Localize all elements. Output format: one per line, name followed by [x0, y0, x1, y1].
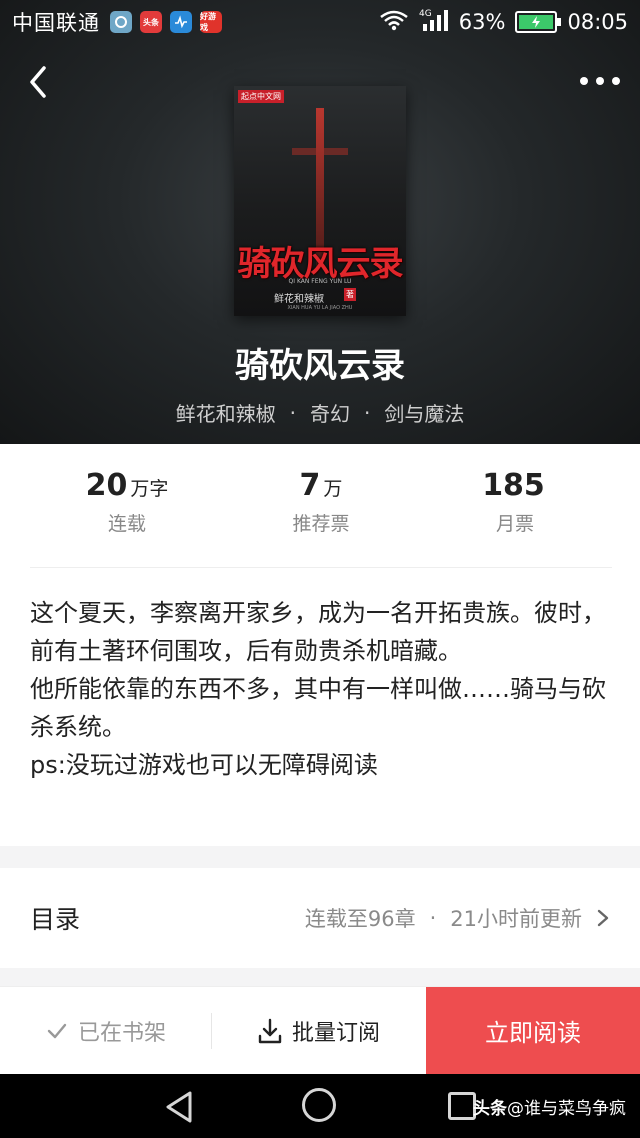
on-shelf-label: 已在书架	[77, 1020, 166, 1046]
book-stats: 20 万字 连载 7万 推荐票 185 月票	[30, 468, 612, 568]
stat-label: 推荐票	[292, 513, 350, 535]
book-title: 骑砍风云录	[235, 346, 405, 386]
wifi-icon	[379, 9, 409, 36]
cellular-signal-icon: 4G	[419, 8, 449, 37]
toc-updated: 21小时前更新	[450, 907, 582, 931]
carrier-label: 中国联通	[12, 11, 100, 35]
book-hero-header: 中国联通 头条 好游戏 4G 63% 08:05 起点中文网 骑砍风云录 QI …	[0, 0, 640, 444]
toc-separator: ·	[429, 906, 437, 930]
stat-value: 185	[482, 468, 545, 503]
book-cover[interactable]: 起点中文网 骑砍风云录 QI KAN FENG YUN LU 鲜花和辣椒 著 X…	[234, 86, 406, 316]
status-indicators: 4G 63% 08:05	[379, 8, 628, 37]
more-dot-icon	[596, 77, 604, 85]
stat-word-count: 20 万字 连载	[30, 468, 224, 567]
cover-author-pinyin: XIAN HUA YU LA JIAO ZHU	[287, 305, 353, 311]
book-category[interactable]: 奇幻	[310, 398, 350, 427]
stat-label: 连载	[107, 513, 146, 535]
toc-title: 目录	[30, 905, 81, 934]
check-icon	[47, 1023, 67, 1038]
stat-monthly-votes: 185 月票	[418, 468, 612, 567]
watermark: 头条@谁与菜鸟争疯	[473, 1094, 626, 1119]
download-icon	[258, 1018, 282, 1043]
cover-publisher-badge: 起点中文网	[238, 90, 284, 103]
nav-back-icon[interactable]	[162, 1090, 196, 1124]
more-dot-icon	[612, 77, 620, 85]
nav-recent-apps-icon[interactable]	[448, 1092, 476, 1120]
watermark-handle: @谁与菜鸟争疯	[507, 1099, 626, 1119]
svg-text:4G: 4G	[419, 9, 432, 19]
stat-label: 月票	[495, 513, 534, 535]
book-author[interactable]: 鲜花和辣椒	[176, 398, 276, 427]
watermark-brand: 头条	[473, 1099, 507, 1119]
stat-recommend-votes: 7万 推荐票	[224, 468, 418, 567]
back-button[interactable]	[22, 62, 58, 102]
section-divider	[0, 846, 640, 868]
health-notification-icon	[170, 11, 192, 33]
browser-notification-icon	[110, 11, 132, 33]
toc-info: 连载至96章 · 21小时前更新	[305, 903, 610, 933]
section-divider	[0, 968, 640, 986]
description-paragraph: 他所能依靠的东西不多，其中有一样叫做……骑马与砍杀系统。	[30, 675, 606, 741]
bottom-action-bar: 已在书架 批量订阅 立即阅读	[0, 986, 640, 1074]
notification-icons: 头条 好游戏	[110, 11, 222, 33]
batch-subscribe-button[interactable]: 批量订阅	[212, 987, 426, 1074]
toutiao-notification-icon: 头条	[140, 11, 162, 33]
description-paragraph: ps:没玩过游戏也可以无障碍阅读	[30, 751, 378, 779]
stat-value: 7	[299, 468, 321, 503]
meta-separator: ·	[289, 400, 296, 425]
book-meta: 鲜花和辣椒 · 奇幻 · 剑与魔法	[0, 398, 640, 427]
stat-unit: 万字	[130, 478, 169, 500]
on-shelf-button[interactable]: 已在书架	[0, 987, 212, 1074]
batch-subscribe-label: 批量订阅	[291, 1020, 380, 1046]
chevron-right-icon	[597, 909, 609, 927]
stat-unit: 万	[323, 478, 343, 500]
clock: 08:05	[567, 10, 628, 34]
nav-home-icon[interactable]	[302, 1088, 336, 1122]
game-notification-icon: 好游戏	[200, 11, 222, 33]
more-dot-icon	[580, 77, 588, 85]
read-now-label: 立即阅读	[485, 1019, 581, 1047]
description-paragraph: 这个夏天，李察离开家乡，成为一名开拓贵族。彼时，前有土著环伺围攻，后有勋贵杀机暗…	[30, 599, 606, 665]
table-of-contents-row[interactable]: 目录 连载至96章 · 21小时前更新	[0, 868, 640, 968]
more-options-button[interactable]	[580, 66, 620, 96]
cover-seal: 著	[344, 288, 356, 301]
meta-separator: ·	[364, 400, 371, 425]
book-description[interactable]: 这个夏天，李察离开家乡，成为一名开拓贵族。彼时，前有土著环伺围攻，后有勋贵杀机暗…	[30, 594, 620, 784]
battery-percent: 63%	[458, 10, 506, 34]
read-now-button[interactable]: 立即阅读	[426, 987, 640, 1074]
chevron-left-icon	[30, 66, 46, 98]
battery-icon	[515, 11, 562, 33]
toc-status: 连载至96章	[304, 907, 416, 931]
book-subcategory[interactable]: 剑与魔法	[384, 398, 464, 427]
system-navigation-bar: 头条@谁与菜鸟争疯	[0, 1074, 640, 1138]
cover-author: 鲜花和辣椒	[274, 294, 324, 305]
cover-pinyin: QI KAN FENG YUN LU	[288, 278, 352, 285]
stat-value: 20	[85, 468, 128, 503]
status-bar: 中国联通 头条 好游戏 4G 63% 08:05	[0, 0, 640, 44]
